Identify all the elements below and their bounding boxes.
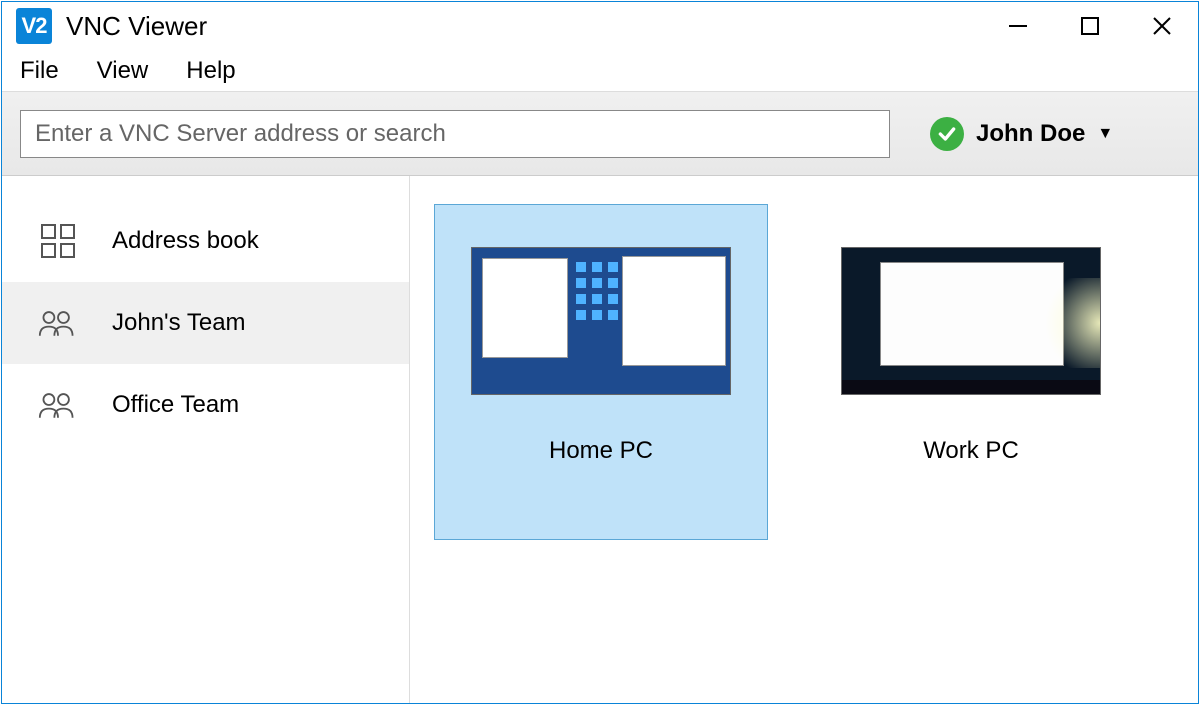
sidebar-item-address-book[interactable]: Address book — [2, 200, 409, 282]
close-icon — [1151, 15, 1173, 37]
menu-file[interactable]: File — [12, 53, 67, 89]
search-input[interactable] — [20, 110, 890, 158]
minimize-icon — [1007, 15, 1029, 37]
maximize-button[interactable] — [1054, 2, 1126, 50]
maximize-icon — [1080, 16, 1100, 36]
toolbar: John Doe ▼ — [2, 92, 1198, 176]
chevron-down-icon: ▼ — [1097, 125, 1113, 143]
app-title: VNC Viewer — [66, 11, 207, 42]
titlebar: V2 VNC Viewer — [2, 2, 1198, 50]
sidebar-item-johns-team[interactable]: John's Team — [2, 282, 409, 364]
menu-view[interactable]: View — [89, 53, 157, 89]
connections-grid: Home PC Work PC — [410, 176, 1198, 703]
connection-label: Home PC — [549, 437, 653, 465]
sidebar-item-office-team[interactable]: Office Team — [2, 364, 409, 446]
connection-thumbnail — [471, 247, 731, 395]
sidebar-item-label: Address book — [112, 227, 259, 255]
window-controls — [982, 2, 1198, 50]
menubar: File View Help — [2, 50, 1198, 92]
body-area: Address book John's Team Office Team — [2, 176, 1198, 703]
minimize-button[interactable] — [982, 2, 1054, 50]
app-icon: V2 — [16, 8, 52, 44]
sidebar-item-label: Office Team — [112, 391, 239, 419]
menu-help[interactable]: Help — [178, 53, 243, 89]
user-menu[interactable]: John Doe ▼ — [930, 117, 1113, 151]
connection-thumbnail — [841, 247, 1101, 395]
sidebar-item-label: John's Team — [112, 309, 246, 337]
team-icon — [38, 385, 78, 425]
sidebar: Address book John's Team Office Team — [2, 176, 410, 703]
connection-label: Work PC — [923, 437, 1019, 465]
status-check-icon — [930, 117, 964, 151]
connection-card-home-pc[interactable]: Home PC — [434, 204, 768, 540]
grid-icon — [38, 221, 78, 261]
close-button[interactable] — [1126, 2, 1198, 50]
app-window: V2 VNC Viewer File View Help John Doe ▼ — [1, 1, 1199, 704]
team-icon — [38, 303, 78, 343]
connection-card-work-pc[interactable]: Work PC — [804, 204, 1138, 540]
user-name-label: John Doe — [976, 120, 1085, 148]
